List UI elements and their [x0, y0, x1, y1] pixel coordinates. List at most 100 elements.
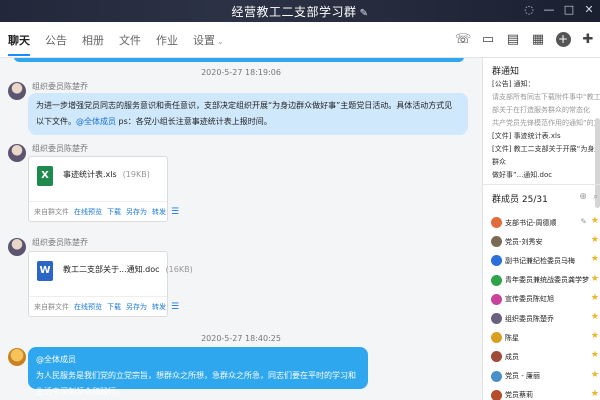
tab-settings[interactable]: 设置 ⌄ [193, 32, 224, 56]
group-sidebar: 群通知 [公告] 通知： 请支部所有同志下载附件事中“教工二支 部关于在打造服务… [482, 58, 600, 400]
file-source: 来自群文件 [34, 302, 69, 311]
download-link[interactable]: 下载 [107, 207, 121, 217]
tab-album[interactable]: 相册 [82, 32, 104, 56]
phone-icon[interactable]: ☏ [455, 31, 471, 47]
member-name: 党员 - 廉丽 [505, 372, 540, 381]
timestamp: 2020-5-27 18:40:25 [201, 334, 281, 343]
screen-icon[interactable]: ▦ [530, 31, 546, 47]
sender-name: 组织委员陈楚乔 [32, 144, 88, 153]
notice-line: [文件] 教工二支部关于开展“为身边群众 [492, 145, 600, 166]
file-card[interactable]: W 教工二支部关于...通知.doc (16KB) 来自群文件 在线预览 下载 另… [28, 251, 193, 317]
menu-icon[interactable]: ☰ [171, 302, 179, 312]
app-window: 经营教工二支部学习群 ✎ ◌ — □ ✕ 聊天 公告 相册 文件 作业 设置 ⌄ ☏… [0, 0, 600, 400]
invite-icon[interactable]: ⊕ [579, 192, 587, 202]
tab-homework[interactable]: 作业 [156, 32, 178, 56]
preview-link[interactable]: 在线预览 [74, 207, 102, 217]
member-name: 宣传委员陈虹旭 [505, 295, 554, 304]
sender-name: 组织委员陈楚乔 [32, 238, 88, 247]
avatar[interactable] [8, 82, 26, 100]
member-row[interactable]: 青年委员兼统战委员龚学梦 ★ [491, 271, 600, 290]
member-list: 支部书记-周德顺 ✎ ★ 党员-刘秀安 ★ 副书记兼纪检委员马梅 ★ 青年委员兼统战委员… [491, 213, 600, 400]
file-card[interactable]: X 事迹统计表.xls (19KB) 来自群文件 在线预览 下载 另存为 转发 ☰ [28, 156, 179, 222]
avatar [491, 217, 502, 229]
members-title: 群成员 25/31 [492, 195, 548, 205]
member-row[interactable]: 党员-刘秀安 ★ [491, 232, 600, 251]
sender-name: 组织委员陈楚乔 [32, 82, 88, 91]
title-bar: 经营教工二支部学习群 ✎ ◌ — □ ✕ [0, 0, 600, 22]
video-icon[interactable]: ▭ [480, 31, 496, 47]
member-name: 副书记兼纪检委员马梅 [505, 256, 575, 265]
doc-icon[interactable]: ▤ [505, 31, 521, 47]
chat-area: 2020-5-27 18:19:06 组织委员陈楚乔 为进一步增强党员同志的服务… [0, 58, 482, 400]
avatar[interactable] [8, 144, 26, 162]
notice-line: 做好事”...通知.doc [492, 171, 553, 179]
member-row[interactable]: 陈星 ★ [491, 328, 600, 347]
star-icon: ★ [590, 311, 599, 322]
member-name: 组织委员陈楚乔 [505, 314, 554, 323]
close-icon[interactable]: ✕ [582, 3, 596, 16]
member-row[interactable]: 成员 ★ [491, 347, 600, 366]
notice-line: [文件] 事迹统计表.xls [492, 132, 561, 140]
star-icon: ★ [590, 273, 599, 284]
member-name: 党员-刘秀安 [505, 237, 543, 246]
chevron-down-icon: ⌄ [217, 37, 224, 46]
avatar [491, 313, 502, 325]
preview-link[interactable]: 在线预览 [74, 302, 102, 312]
avatar [491, 293, 502, 305]
member-name: 青年委员兼统战委员龚学梦 [505, 276, 589, 285]
avatar[interactable] [8, 238, 26, 256]
notice-content[interactable]: [公告] 通知： 请支部所有同志下载附件事中“教工二支 部关于在打造服务群众的常… [492, 78, 600, 182]
notice-line: [公告] 通知： [492, 80, 535, 88]
members-tools: ⊕ ⌕ [579, 192, 598, 202]
tab-settings-label: 设置 [193, 34, 215, 47]
pencil-icon[interactable]: ✎ [580, 217, 587, 226]
tab-chat[interactable]: 聊天 [8, 32, 30, 56]
message-bubble: @全体成员 为人民服务是我们党的立党宗旨，想群众之所想，急群众之所急，同志们要在… [28, 347, 368, 396]
mute-icon[interactable]: ◌ [522, 3, 536, 16]
file-name: 教工二支部关于...通知.doc (16KB) [63, 264, 193, 275]
avatar[interactable] [8, 348, 26, 366]
forward-link[interactable]: 转发 [152, 207, 166, 217]
maximize-icon[interactable]: □ [562, 3, 576, 16]
file-name-text: 事迹统计表.xls [63, 170, 117, 179]
tab-files[interactable]: 文件 [119, 32, 141, 56]
avatar [491, 255, 502, 267]
save-as-link[interactable]: 另存为 [126, 207, 147, 217]
mention-all[interactable]: @全体成员 [36, 355, 76, 364]
word-file-icon: W [37, 261, 53, 281]
star-icon: ★ [590, 216, 599, 226]
search-icon[interactable]: ⌕ [593, 192, 598, 202]
tab-bar: 聊天 公告 相册 文件 作业 设置 ⌄ [8, 32, 224, 56]
member-row[interactable]: 党员蔡莉 ★ [491, 386, 600, 400]
file-actions: 来自群文件 在线预览 下载 另存为 转发 ☰ [29, 201, 179, 221]
member-name: 成员 [505, 352, 519, 361]
mention-all[interactable]: @全体成员 [76, 117, 116, 126]
add-icon[interactable]: + [555, 31, 571, 47]
window-controls: ◌ — □ ✕ [522, 3, 596, 16]
message-bubble: 为进一步增强党员同志的服务意识和责任意识，支部决定组织开展“为身边群众做好事”主… [28, 93, 468, 135]
minimize-icon[interactable]: — [542, 3, 556, 16]
download-link[interactable]: 下载 [107, 302, 121, 312]
pencil-icon[interactable]: ✎ [360, 8, 369, 19]
avatar [491, 389, 502, 400]
file-name-text: 教工二支部关于...通知.doc [63, 265, 160, 274]
star-icon: ★ [590, 292, 599, 303]
member-row[interactable]: 宣传委员陈虹旭 ★ [491, 290, 600, 309]
file-size: (19KB) [122, 170, 150, 179]
excel-file-icon: X [37, 166, 53, 186]
plus-glyph: + [555, 31, 571, 47]
forward-link[interactable]: 转发 [152, 302, 166, 312]
star-icon: ★ [590, 235, 599, 246]
member-row[interactable]: 组织委员陈楚乔 ★ [491, 309, 600, 328]
more-icon[interactable]: ✚ [580, 31, 596, 47]
menu-icon[interactable]: ☰ [171, 207, 179, 217]
member-row[interactable]: 党员 - 廉丽 ★ [491, 367, 600, 386]
save-as-link[interactable]: 另存为 [126, 302, 147, 312]
star-icon: ★ [590, 254, 599, 265]
group-name: 经营教工二支部学习群 [231, 5, 357, 19]
member-row[interactable]: 副书记兼纪检委员马梅 ★ [491, 251, 600, 270]
star-icon: ★ [590, 369, 599, 380]
member-row[interactable]: 支部书记-周德顺 ✎ ★ [491, 213, 600, 232]
tab-notice[interactable]: 公告 [45, 32, 67, 56]
avatar [491, 274, 502, 286]
